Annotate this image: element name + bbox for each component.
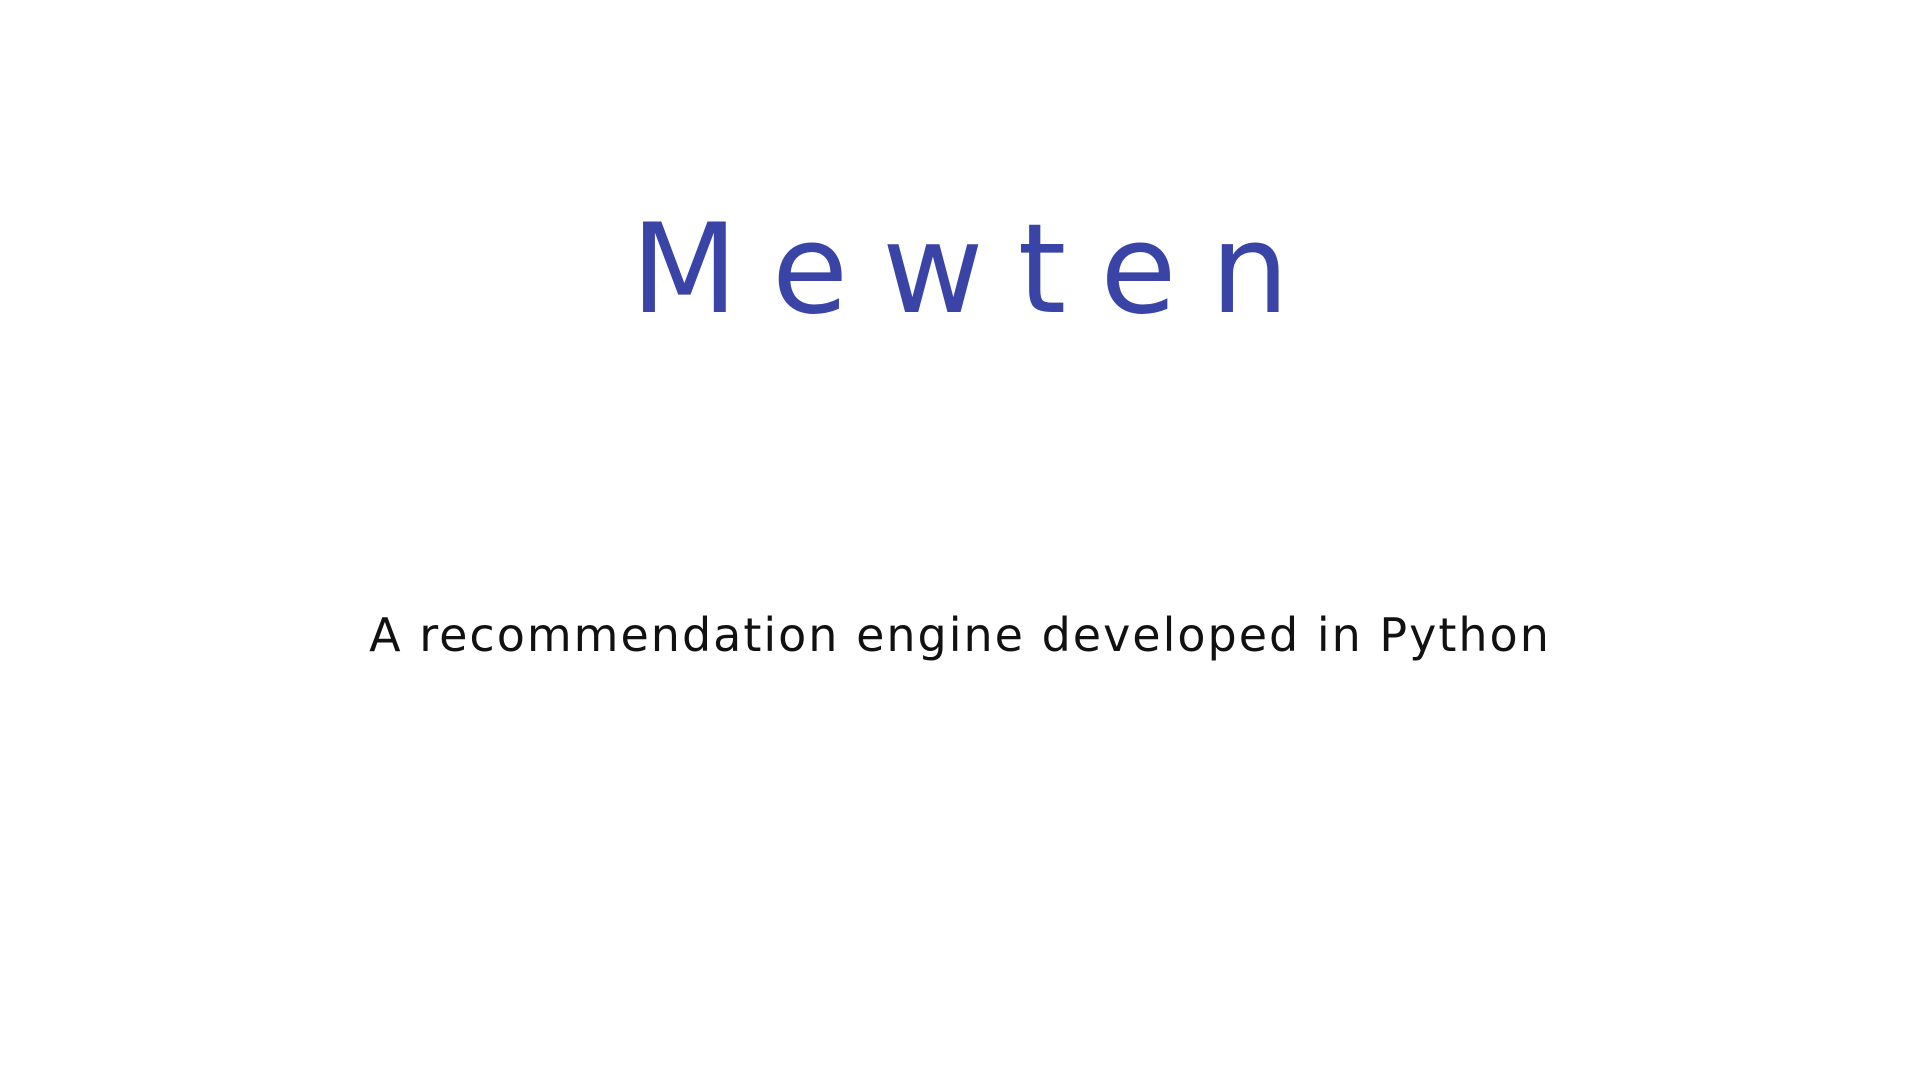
title-slide: Mewten A recommendation engine developed… bbox=[0, 0, 1920, 1080]
slide-subtitle: A recommendation engine developed in Pyt… bbox=[369, 608, 1551, 662]
slide-title: Mewten bbox=[630, 198, 1324, 342]
